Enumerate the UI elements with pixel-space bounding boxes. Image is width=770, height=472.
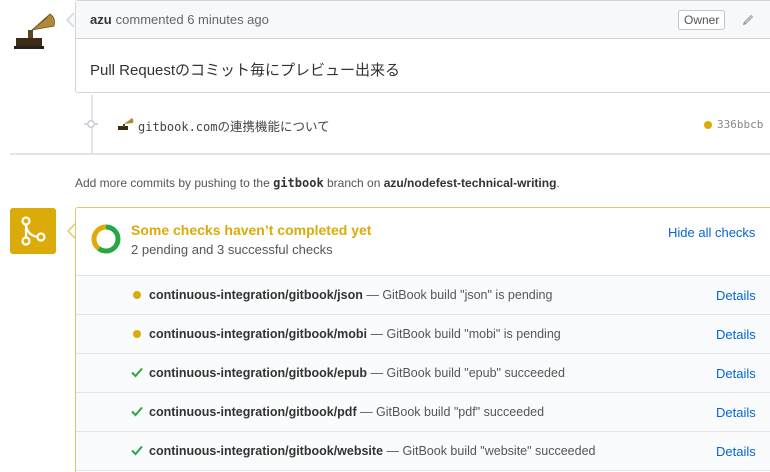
- check-row: continuous-integration/gitbook/epub — Gi…: [76, 354, 770, 393]
- commit-message[interactable]: gitbook.comの連携機能について: [138, 116, 330, 135]
- commit-sha[interactable]: 336bbcb: [717, 118, 763, 131]
- checks-title: Some checks haven’t completed yet: [131, 222, 372, 238]
- check-name: continuous-integration/gitbook/mobi: [149, 327, 368, 341]
- commit-status-dot[interactable]: [704, 121, 712, 129]
- branch-name: gitbook: [273, 176, 324, 190]
- check-details-link[interactable]: Details: [716, 366, 756, 381]
- check-name: continuous-integration/gitbook/pdf: [149, 405, 357, 419]
- hide-all-checks-link[interactable]: Hide all checks: [668, 225, 755, 240]
- check-icon: [131, 445, 143, 456]
- owner-badge: Owner: [678, 10, 726, 30]
- checks-panel: Some checks haven’t completed yet 2 pend…: [75, 207, 770, 472]
- push-hint: Add more commits by pushing to the gitbo…: [75, 176, 560, 190]
- comment-author[interactable]: azu: [90, 12, 112, 27]
- commit-icon: [84, 120, 98, 128]
- commit-author-avatar[interactable]: [116, 116, 134, 132]
- pending-dot-icon: [133, 291, 141, 299]
- comment-timestamp[interactable]: commented 6 minutes ago: [116, 12, 269, 27]
- check-details-link[interactable]: Details: [716, 405, 756, 420]
- git-merge-icon: [10, 208, 56, 254]
- check-name: continuous-integration/gitbook/json: [149, 288, 363, 302]
- check-description: continuous-integration/gitbook/mobi — Gi…: [149, 327, 561, 341]
- check-name: continuous-integration/gitbook/website: [149, 444, 384, 458]
- check-description: continuous-integration/gitbook/epub — Gi…: [149, 366, 565, 380]
- check-name: continuous-integration/gitbook/epub: [149, 366, 368, 380]
- pending-dot-icon: [133, 330, 141, 338]
- check-details-link[interactable]: Details: [716, 327, 756, 342]
- check-description: continuous-integration/gitbook/website —…: [149, 444, 596, 458]
- check-list: continuous-integration/gitbook/json — Gi…: [76, 276, 770, 471]
- comment-body: Pull Requestのコミット毎にプレビュー出来る: [90, 62, 401, 79]
- comment-header: azu commented 6 minutes ago Owner: [76, 1, 770, 39]
- check-row: continuous-integration/gitbook/json — Gi…: [76, 276, 770, 315]
- user-avatar[interactable]: [10, 8, 56, 54]
- repo-name: azu/nodefest-technical-writing: [383, 176, 557, 190]
- check-row: continuous-integration/gitbook/mobi — Gi…: [76, 315, 770, 354]
- check-icon: [131, 367, 143, 378]
- check-icon: [131, 406, 143, 417]
- pencil-icon[interactable]: [740, 12, 756, 28]
- check-details-link[interactable]: Details: [716, 444, 756, 459]
- checks-header: Some checks haven’t completed yet 2 pend…: [76, 208, 770, 276]
- check-description: continuous-integration/gitbook/pdf — Git…: [149, 405, 545, 419]
- check-row: continuous-integration/gitbook/pdf — Git…: [76, 393, 770, 432]
- check-details-link[interactable]: Details: [716, 288, 756, 303]
- commit-row: gitbook.comの連携機能について 336bbcb: [80, 112, 770, 138]
- timeline-divider: [10, 153, 770, 155]
- check-row: continuous-integration/gitbook/website —…: [76, 432, 770, 471]
- checks-subtitle: 2 pending and 3 successful checks: [131, 242, 333, 257]
- comment-box: azu commented 6 minutes ago Owner Pull R…: [75, 0, 770, 93]
- check-description: continuous-integration/gitbook/json — Gi…: [149, 288, 553, 302]
- checks-progress-ring: [91, 224, 121, 254]
